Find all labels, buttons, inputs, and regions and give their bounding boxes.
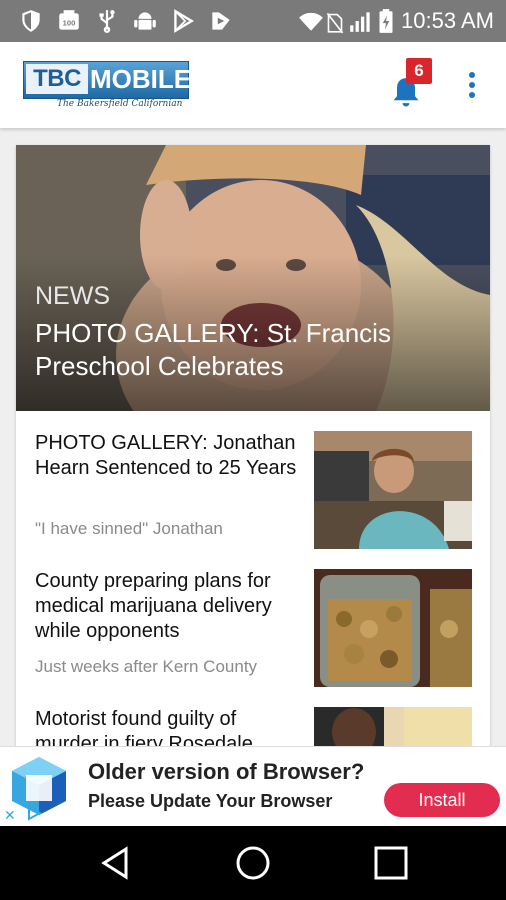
article-thumbnail	[314, 569, 472, 687]
hero-story[interactable]: NEWS PHOTO GALLERY: St. Francis Preschoo…	[16, 145, 490, 411]
status-time: 10:53 AM	[401, 8, 494, 33]
logo-box: TBC MOBILE	[23, 61, 192, 99]
recents-icon[interactable]	[371, 843, 411, 883]
logo-mobile-text: MOBILE	[90, 64, 192, 94]
battery-icon	[379, 9, 393, 33]
logo-subtitle: The Bakersfield Californian	[57, 99, 183, 109]
article-snippet: "I have sinned" Jonathan	[35, 519, 223, 538]
android-icon	[134, 12, 156, 30]
shield-icon	[22, 10, 40, 32]
ad-close-icon[interactable]: ✕	[4, 807, 16, 824]
article-item[interactable]: PHOTO GALLERY: Jonathan Hearn Sentenced …	[16, 431, 490, 559]
system-nav-bar	[0, 826, 506, 900]
app-header: TBC MOBILE The Bakersfield Californian 6	[0, 42, 506, 128]
logo-tbc-text: TBC	[26, 64, 88, 94]
home-icon[interactable]	[233, 843, 273, 883]
back-icon[interactable]	[96, 843, 136, 883]
play-store-icon	[174, 9, 194, 33]
article-title: County preparing plans for medical marij…	[35, 570, 272, 642]
overflow-menu-icon[interactable]	[466, 72, 478, 106]
svg-text:100: 100	[63, 18, 76, 27]
ad-install-button[interactable]: Install	[384, 783, 500, 817]
article-item[interactable]: County preparing plans for medical marij…	[16, 569, 490, 697]
article-snippet: Just weeks after Kern County	[35, 657, 258, 676]
article-title: PHOTO GALLERY: Jonathan Hearn Sentenced …	[35, 432, 297, 479]
status-bar: 100 10:53 AM	[0, 0, 506, 42]
play-movies-icon	[212, 12, 230, 30]
news-feed: NEWS PHOTO GALLERY: St. Francis Preschoo…	[16, 145, 490, 755]
notification-badge: 6	[406, 58, 432, 84]
signal-icon	[350, 12, 370, 32]
hero-title: PHOTO GALLERY: St. Francis Preschool Cel…	[35, 318, 391, 381]
wifi-icon	[299, 12, 323, 31]
hero-category: NEWS	[35, 282, 110, 310]
no-sim-icon	[326, 12, 344, 34]
tbc-mobile-logo[interactable]: TBC MOBILE The Bakersfield Californian	[23, 61, 192, 111]
usb-icon	[99, 10, 115, 33]
news-100-icon: 100	[59, 10, 79, 30]
ad-subtitle: Please Update Your Browser	[88, 791, 333, 811]
article-thumbnail	[314, 431, 472, 549]
ad-title: Older version of Browser?	[88, 759, 365, 784]
ad-choices-icon[interactable]	[26, 805, 42, 821]
ad-banner[interactable]: Older version of Browser? Please Update …	[0, 746, 506, 827]
